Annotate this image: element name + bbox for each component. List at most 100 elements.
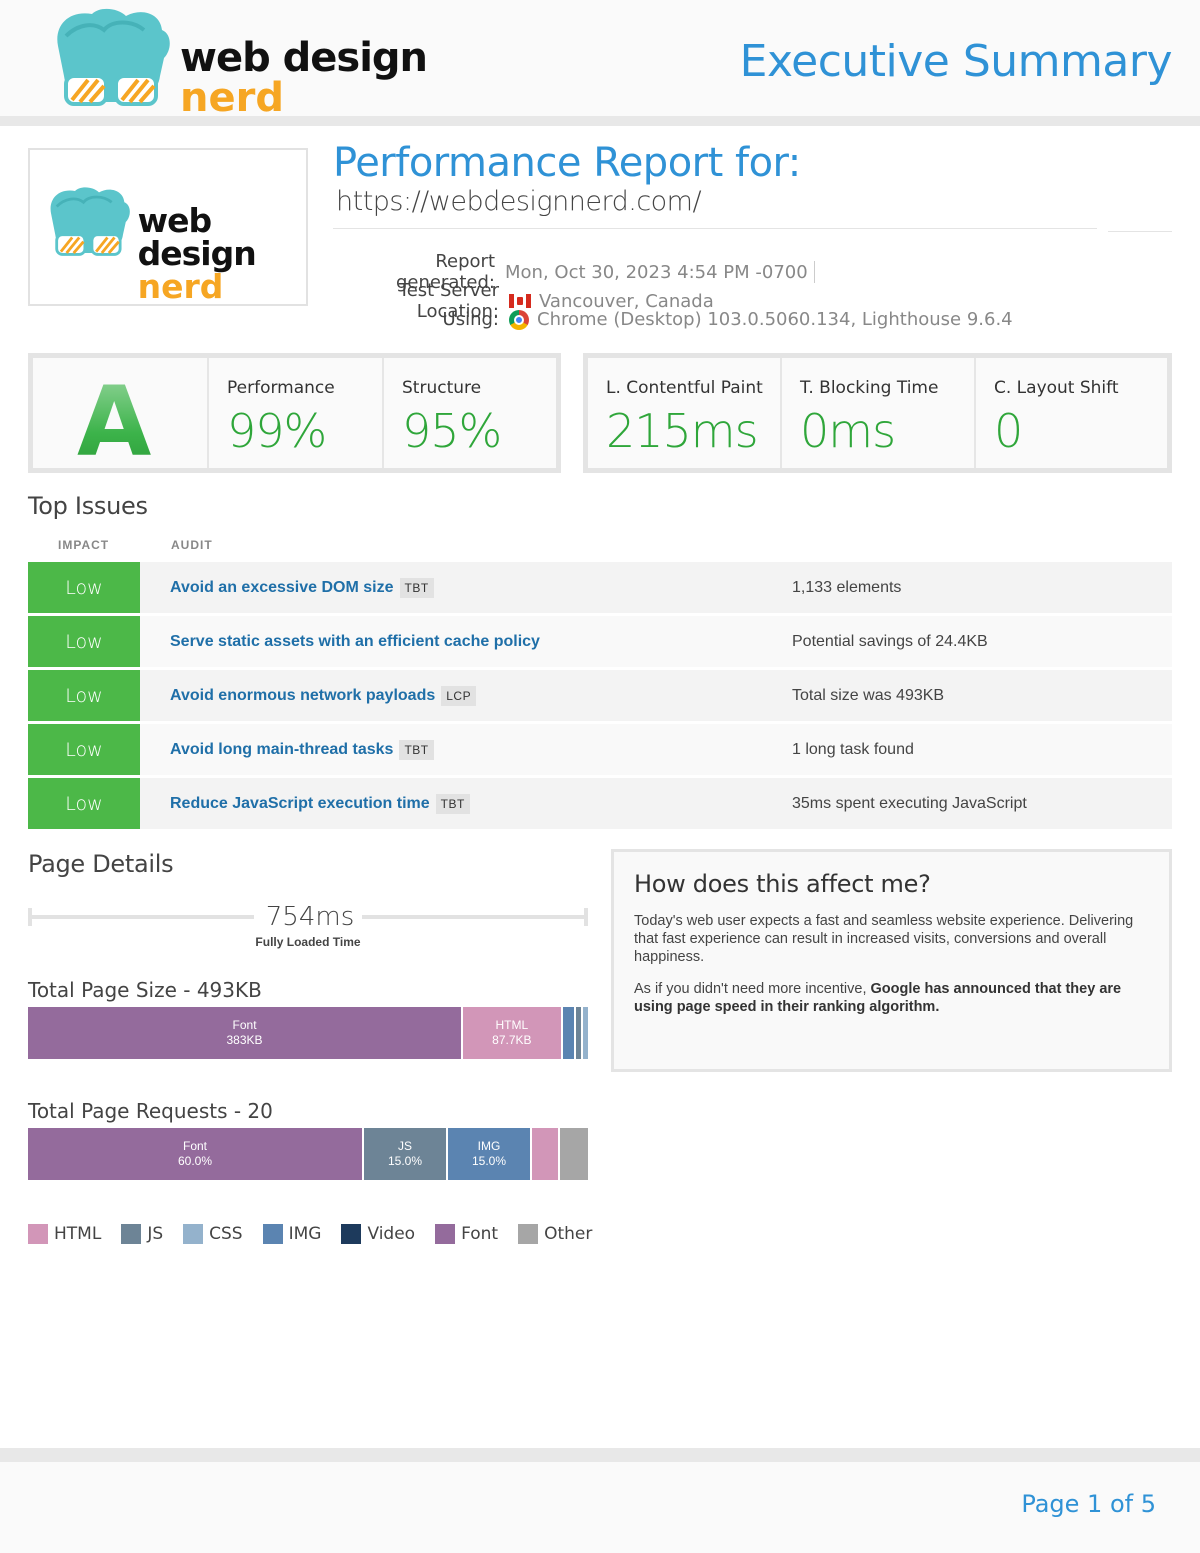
site-logo: web design nerd [44,178,306,303]
timeline-end-cap [584,908,588,926]
divider [1108,231,1172,232]
nerd-mascot-icon [50,187,130,256]
audit-link[interactable]: Avoid enormous network payloads [170,687,435,705]
grade-panel: A Performance 99% Structure 95% [28,353,561,478]
affect-paragraph-2: As if you didn't need more incentive, Go… [634,980,1149,1016]
page-number: Page 1 of 5 [1021,1490,1156,1518]
using-label: Using: [442,309,499,330]
tbt-label: T. Blocking Time [800,378,939,398]
top-issues-title: Top Issues [28,492,148,520]
audit-detail: Total size was 493KB [792,686,945,704]
performance-cell: Performance 99% [209,358,384,468]
executive-summary-title: Executive Summary [739,36,1173,87]
performance-label: Performance [227,378,335,398]
legend-label: Video [367,1224,416,1244]
audit-detail: 35ms spent executing JavaScript [792,794,1027,812]
affect-p2-plain: As if you didn't need more incentive, [634,981,871,997]
site-logo-box: web design nerd [28,148,308,306]
legend-swatch [121,1224,142,1244]
legend-swatch [518,1224,539,1244]
metric-tag: TBT [399,739,434,760]
legend-label: CSS [209,1224,243,1244]
structure-cell: Structure 95% [384,358,556,468]
audit-column-header: AUDIT [171,538,213,552]
audit-link[interactable]: Serve static assets with an efficient ca… [170,633,540,651]
impact-badge: Low [28,670,140,721]
chrome-icon [509,309,529,330]
legend-item-font: Font [435,1224,498,1244]
segment-category-label: JS [397,1139,412,1153]
page-details-title: Page Details [28,850,174,878]
table-row[interactable]: Low Avoid an excessive DOM size TBT 1,133… [28,562,1172,613]
segment-value-label: 15.0% [471,1154,507,1168]
segment-value-label: 87.7KB [492,1033,532,1047]
canada-flag-icon [509,294,531,308]
audit-link[interactable]: Avoid an excessive DOM size [170,579,394,597]
impact-badge: Low [28,724,140,775]
page-size-title: Total Page Size - 493KB [28,978,262,1002]
page-requests-bar: Font 60.0% JS 15.0% IMG 15.0% [28,1128,588,1180]
page-requests-title: Total Page Requests - 20 [28,1099,273,1123]
audit-link[interactable]: Reduce JavaScript execution time [170,795,430,813]
legend-item-video: Video [341,1224,415,1244]
legend-label: Other [544,1224,593,1244]
legend-item-css: CSS [183,1224,243,1244]
page-size-bar: Font 383KB HTML 87.7KB [28,1007,588,1059]
table-row[interactable]: Low Avoid long main-thread tasks TBT 1 lo… [28,724,1172,775]
segment-value-label: 60.0% [177,1154,213,1168]
impact-explanation-box: How does this affect me? Today's web use… [611,849,1172,1072]
using-row: Using: Chrome (Desktop) 103.0.5060.134, … [333,309,1013,330]
performance-report-title: Performance Report for: [333,140,801,186]
bar-segment-html: HTML 87.7KB [463,1007,563,1059]
bar-segment-js [576,1007,584,1059]
logo-line2: nerd [180,75,284,121]
table-row[interactable]: Low Serve static assets with an efficien… [28,616,1172,667]
bar-segment-img [562,1007,577,1059]
segment-category-label: IMG [477,1139,501,1153]
table-row[interactable]: Low Reduce JavaScript execution time TBT … [28,778,1172,829]
bar-segment-font: Font 60.0% [28,1128,364,1180]
using-value: Chrome (Desktop) 103.0.5060.134, Lightho… [537,309,1013,330]
legend-item-other: Other [518,1224,592,1244]
structure-value: 95% [402,404,502,458]
metric-tag: LCP [441,685,477,706]
performance-value: 99% [227,404,327,458]
legend-item-img: IMG [262,1224,321,1244]
cls-label: C. Layout Shift [994,378,1119,398]
tbt-cell: T. Blocking Time 0ms [782,358,976,468]
impact-badge: Low [28,562,140,613]
nerd-mascot-icon [57,8,170,106]
bar-segment-js: JS 15.0% [364,1128,448,1180]
legend-label: HTML [54,1224,102,1244]
segment-value-label: 15.0% [387,1154,423,1168]
divider [333,228,1097,229]
lcp-label: L. Contentful Paint [606,378,763,398]
legend-item-html: HTML [28,1224,101,1244]
report-url[interactable]: https://webdesignnerd.com/ [336,186,702,217]
content-type-legend: HTML JS CSS IMG Video Font Other [28,1224,612,1244]
divider [813,261,815,283]
lcp-value: 215ms [606,404,759,458]
bar-segment-other [560,1128,588,1180]
issues-table: Low Avoid an excessive DOM size TBT 1,133… [28,562,1172,832]
segment-category-label: HTML [495,1018,529,1032]
audit-detail: Potential savings of 24.4KB [792,632,988,650]
impact-badge: Low [28,616,140,667]
segment-category-label: Font [232,1018,257,1032]
impact-badge: Low [28,778,140,829]
grade-cell: A [33,358,209,478]
audit-detail: 1 long task found [792,740,914,758]
table-row[interactable]: Low Avoid enormous network payloads LCP T… [28,670,1172,721]
affect-paragraph-1: Today's web user expects a fast and seam… [634,913,1134,965]
cls-value: 0 [994,404,1023,458]
bar-segment-html [532,1128,560,1180]
legend-swatch [435,1224,456,1244]
affect-title: How does this affect me? [634,870,931,898]
web-vitals-panel: L. Contentful Paint 215ms T. Blocking Ti… [583,353,1172,473]
bar-segment-css [583,1007,588,1059]
logo-line1: web design [180,35,428,81]
bar-segment-font: Font 383KB [28,1007,464,1059]
audit-link[interactable]: Avoid long main-thread tasks [170,741,393,759]
report-footer [0,1462,1200,1553]
legend-swatch [262,1224,283,1244]
